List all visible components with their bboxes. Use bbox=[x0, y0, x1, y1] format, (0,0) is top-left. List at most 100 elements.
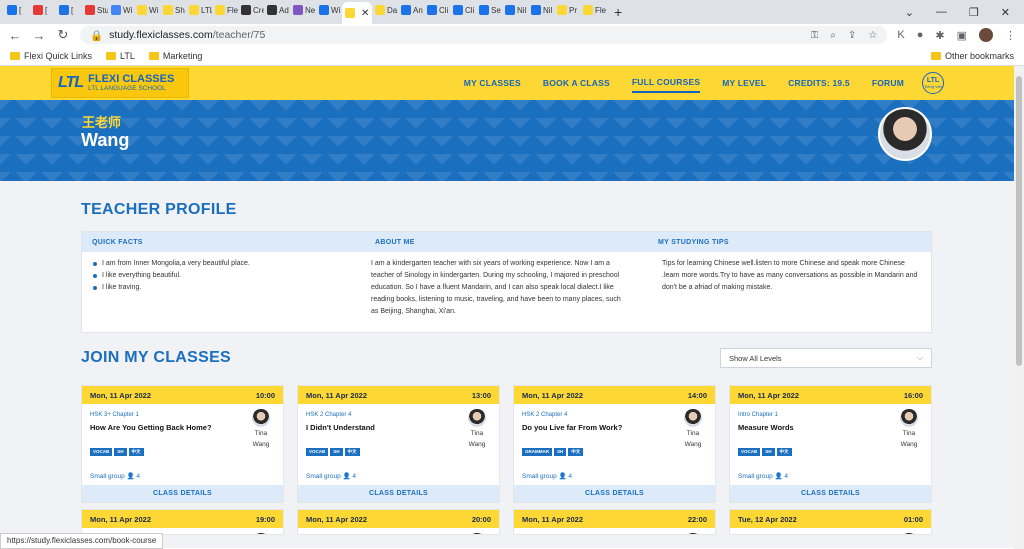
browser-tab[interactable]: Sh bbox=[160, 0, 186, 20]
class-details-button[interactable]: CLASS DETAILS bbox=[730, 485, 931, 502]
list-item: I am from Inner Mongolia,a very beautifu… bbox=[93, 258, 351, 270]
url-path: /teacher/75 bbox=[212, 29, 266, 41]
class-details-button[interactable]: CLASS DETAILS bbox=[514, 485, 715, 502]
language-switcher[interactable]: LTL Tiếng Việt bbox=[922, 72, 944, 94]
flexi-classes-logo[interactable]: LTL FLEXI CLASSES LTL LANGUAGE SCHOOL bbox=[51, 68, 189, 98]
class-date: Mon, 11 Apr 2022 bbox=[306, 390, 367, 400]
browser-tab[interactable]: [ bbox=[30, 0, 56, 20]
teacher-avatar bbox=[252, 533, 270, 534]
tab-label: Da bbox=[387, 5, 398, 15]
class-group-size: Small group 👤 4 bbox=[738, 473, 789, 480]
class-card[interactable]: Mon, 11 Apr 2022 13:00 HSK 2 Chapter 4 I Di… bbox=[297, 385, 500, 503]
favicon-icon bbox=[557, 5, 567, 15]
browser-tab[interactable]: Cli bbox=[424, 0, 450, 20]
nav-my-level[interactable]: MY LEVEL bbox=[722, 74, 766, 92]
class-card[interactable]: Mon, 11 Apr 2022 14:00 HSK 2 Chapter 4 Do y… bbox=[513, 385, 716, 503]
scroll-thumb[interactable] bbox=[1016, 76, 1022, 366]
teacher-avatar bbox=[900, 409, 918, 427]
tab-label: Wi bbox=[149, 5, 159, 15]
nav-my-classes[interactable]: MY CLASSES bbox=[464, 74, 521, 92]
browser-tab[interactable]: An bbox=[398, 0, 424, 20]
bookmarks-bar: Flexi Quick Links LTL Marketing Other bo… bbox=[0, 46, 1024, 66]
tab-close-icon[interactable]: ✕ bbox=[361, 8, 369, 19]
class-card-header: Mon, 11 Apr 2022 20:00 bbox=[298, 510, 499, 528]
browser-tab[interactable]: Stu bbox=[82, 0, 108, 20]
tab-strip: [[[Stu Wi Wi Sh LTL Fle Cre Ad Ne Wi ✕ Da An Cli Cli Se… bbox=[4, 0, 606, 24]
level-filter-select[interactable]: Show All Levels ⌵ bbox=[720, 348, 932, 368]
browser-tab[interactable]: Cli bbox=[450, 0, 476, 20]
menu-icon[interactable]: ⋮ bbox=[1005, 29, 1016, 42]
class-teacher: Tina Wang bbox=[247, 409, 275, 449]
chevron-down-icon[interactable]: ⌄ bbox=[905, 6, 914, 19]
class-card[interactable]: Mon, 11 Apr 202220:00HSK 4+ Chapter 1 bbox=[297, 509, 500, 535]
nav-forum[interactable]: FORUM bbox=[872, 74, 904, 92]
class-tag: SH bbox=[330, 448, 343, 456]
favicon-icon bbox=[453, 5, 463, 15]
class-card[interactable]: Mon, 11 Apr 2022 10:00 HSK 3+ Chapter 1 How… bbox=[81, 385, 284, 503]
nav-full-courses[interactable]: FULL COURSES bbox=[631, 73, 701, 93]
browser-tab[interactable]: Ad bbox=[264, 0, 290, 20]
class-card[interactable]: Mon, 11 Apr 202219:00HSK 1 Chapter 1 bbox=[81, 509, 284, 535]
bookmark-other[interactable]: Other bookmarks bbox=[930, 51, 1014, 61]
class-time: 14:00 bbox=[687, 390, 707, 400]
favicon-icon bbox=[479, 5, 489, 15]
browser-tab[interactable]: Wi bbox=[316, 0, 342, 20]
nav-book-a-class[interactable]: BOOK A CLASS bbox=[543, 74, 610, 92]
back-icon[interactable]: ← bbox=[8, 28, 22, 43]
minimize-icon[interactable]: — bbox=[936, 6, 947, 19]
page-scrollbar[interactable] bbox=[1014, 66, 1024, 549]
key-icon[interactable]: ⚿ bbox=[811, 30, 819, 41]
browser-tab[interactable]: Da bbox=[372, 0, 398, 20]
browser-tab[interactable]: [ bbox=[4, 0, 30, 20]
browser-tab[interactable]: Wi bbox=[134, 0, 160, 20]
browser-tab[interactable]: Wi bbox=[108, 0, 134, 20]
class-tags: VOCAB SH 中文 bbox=[90, 448, 144, 456]
zoom-icon[interactable]: ⌕ bbox=[830, 30, 836, 41]
browser-tab[interactable]: [ bbox=[56, 0, 82, 20]
class-time: 20:00 bbox=[471, 514, 491, 524]
puzzle-icon[interactable]: ✱ bbox=[935, 29, 944, 42]
sidepanel-icon[interactable]: ▣ bbox=[957, 29, 967, 42]
browser-tab[interactable]: Ne bbox=[290, 0, 316, 20]
browser-tab[interactable]: Nil bbox=[528, 0, 554, 20]
reload-icon[interactable]: ↻ bbox=[56, 27, 70, 43]
class-card[interactable]: Mon, 11 Apr 2022 16:00 Intro Chapter 1 Meas… bbox=[729, 385, 932, 503]
browser-tab[interactable]: Fle bbox=[212, 0, 238, 20]
browser-tab[interactable]: Se bbox=[476, 0, 502, 20]
list-item: I like everything beautiful. bbox=[93, 270, 351, 282]
star-icon[interactable]: ☆ bbox=[868, 30, 877, 41]
extension-k-icon[interactable]: K bbox=[897, 29, 904, 41]
nav-credits[interactable]: CREDITS: 19.5 bbox=[788, 74, 850, 92]
forward-icon[interactable]: → bbox=[32, 28, 46, 43]
teacher-name: Wang bbox=[81, 130, 130, 150]
close-icon[interactable]: ✕ bbox=[1001, 6, 1010, 19]
teacher-avatar bbox=[900, 533, 918, 534]
favicon-icon bbox=[33, 5, 43, 15]
class-card[interactable]: Mon, 11 Apr 202222:00HSK 1 Chapter 2 bbox=[513, 509, 716, 535]
class-details-button[interactable]: CLASS DETAILS bbox=[298, 485, 499, 502]
class-details-button[interactable]: CLASS DETAILS bbox=[82, 485, 283, 502]
bookmark-ltl[interactable]: LTL bbox=[106, 51, 135, 61]
class-teacher: Tina Wang bbox=[895, 409, 923, 449]
browser-tab[interactable]: Pr bbox=[554, 0, 580, 20]
teacher-avatar bbox=[468, 533, 486, 534]
teacher-avatar bbox=[684, 409, 702, 427]
browser-tab[interactable]: ✕ bbox=[342, 2, 372, 24]
bookmark-flexi-quick-links[interactable]: Flexi Quick Links bbox=[10, 51, 92, 61]
extension-y-icon[interactable]: ● bbox=[917, 29, 924, 41]
restore-icon[interactable]: ❐ bbox=[969, 6, 979, 19]
share-icon[interactable]: ⇪ bbox=[848, 30, 856, 41]
class-card[interactable]: Tue, 12 Apr 202201:00HSK 3+ Chapter 1 bbox=[729, 509, 932, 535]
browser-tab[interactable]: Nil bbox=[502, 0, 528, 20]
bookmark-marketing[interactable]: Marketing bbox=[148, 51, 202, 61]
browser-tab[interactable]: LTL bbox=[186, 0, 212, 20]
class-title: Do you Live far From Work? bbox=[522, 423, 623, 432]
class-tags: GRAMMAR SH 中文 bbox=[522, 448, 584, 456]
browser-tab[interactable]: Fle bbox=[580, 0, 606, 20]
class-group-size: Small group 👤 4 bbox=[306, 473, 357, 480]
profile-avatar[interactable] bbox=[979, 28, 993, 42]
tab-label: Pr bbox=[569, 5, 577, 15]
browser-tab[interactable]: Cre bbox=[238, 0, 264, 20]
new-tab-icon[interactable]: + bbox=[614, 4, 622, 20]
url-omnibox[interactable]: 🔒 study.flexiclasses.com/teacher/75 ⚿ ⌕ … bbox=[80, 26, 888, 44]
